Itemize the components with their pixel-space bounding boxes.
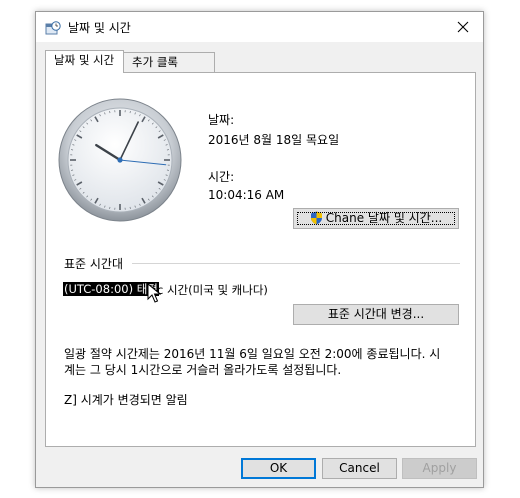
timezone-text-rest: c 시간(미국 및 캐나다) — [157, 283, 268, 297]
date-value: 2016년 8월 18일 목요일 — [208, 133, 340, 147]
dst-info-line2: 계는 그 당시 1시간으로 거슬러 올라가도록 설정됩니다. — [64, 363, 342, 377]
clock-calendar-icon — [45, 20, 61, 36]
notify-checkbox-label[interactable]: Z] 시계가 변경되면 알림 — [64, 391, 188, 408]
ok-button[interactable]: OK — [241, 458, 316, 479]
change-timezone-button[interactable]: 표준 시간대 변경... — [293, 304, 459, 325]
change-date-time-label-a: Chan — [325, 211, 357, 225]
cancel-button[interactable]: Cancel — [322, 458, 397, 479]
close-icon — [457, 21, 469, 33]
change-date-time-label-b: e 날짜 및 시간... — [356, 211, 443, 225]
timezone-group-divider — [132, 263, 460, 264]
date-label: 날짜: — [208, 113, 235, 127]
date-time-dialog: 날짜 및 시간 날짜 및 시간 추가 클록 날짜: 2016년 8월 18일 목… — [35, 11, 484, 488]
tab-additional-clocks[interactable]: 추가 클록 — [123, 52, 215, 72]
time-value: 10:04:16 AM — [208, 188, 285, 202]
title-bar[interactable]: 날짜 및 시간 — [36, 12, 483, 42]
tab-date-time[interactable]: 날짜 및 시간 — [45, 50, 124, 73]
timezone-group-label: 표준 시간대 — [64, 257, 124, 271]
window-title: 날짜 및 시간 — [68, 21, 131, 35]
time-label: 시간: — [208, 170, 235, 184]
notify-label-text: 시계가 변경되면 알림 — [80, 393, 188, 407]
uac-shield-icon — [310, 211, 323, 231]
analog-clock — [58, 98, 182, 222]
mouse-cursor — [147, 283, 161, 303]
close-button[interactable] — [443, 12, 483, 42]
apply-button[interactable]: Apply — [402, 458, 477, 479]
tab-panel: 날짜: 2016년 8월 18일 목요일 시간: 10:04:16 AM Cha… — [45, 72, 476, 447]
change-date-time-button[interactable]: Chane 날짜 및 시간... — [293, 208, 459, 229]
dst-info-line1: 일광 절약 시간제는 2016년 11월 6일 일요일 오전 2:00에 종료됩… — [64, 347, 441, 361]
timezone-selected-text[interactable]: (UTC-08:00) 태평 — [63, 282, 159, 296]
